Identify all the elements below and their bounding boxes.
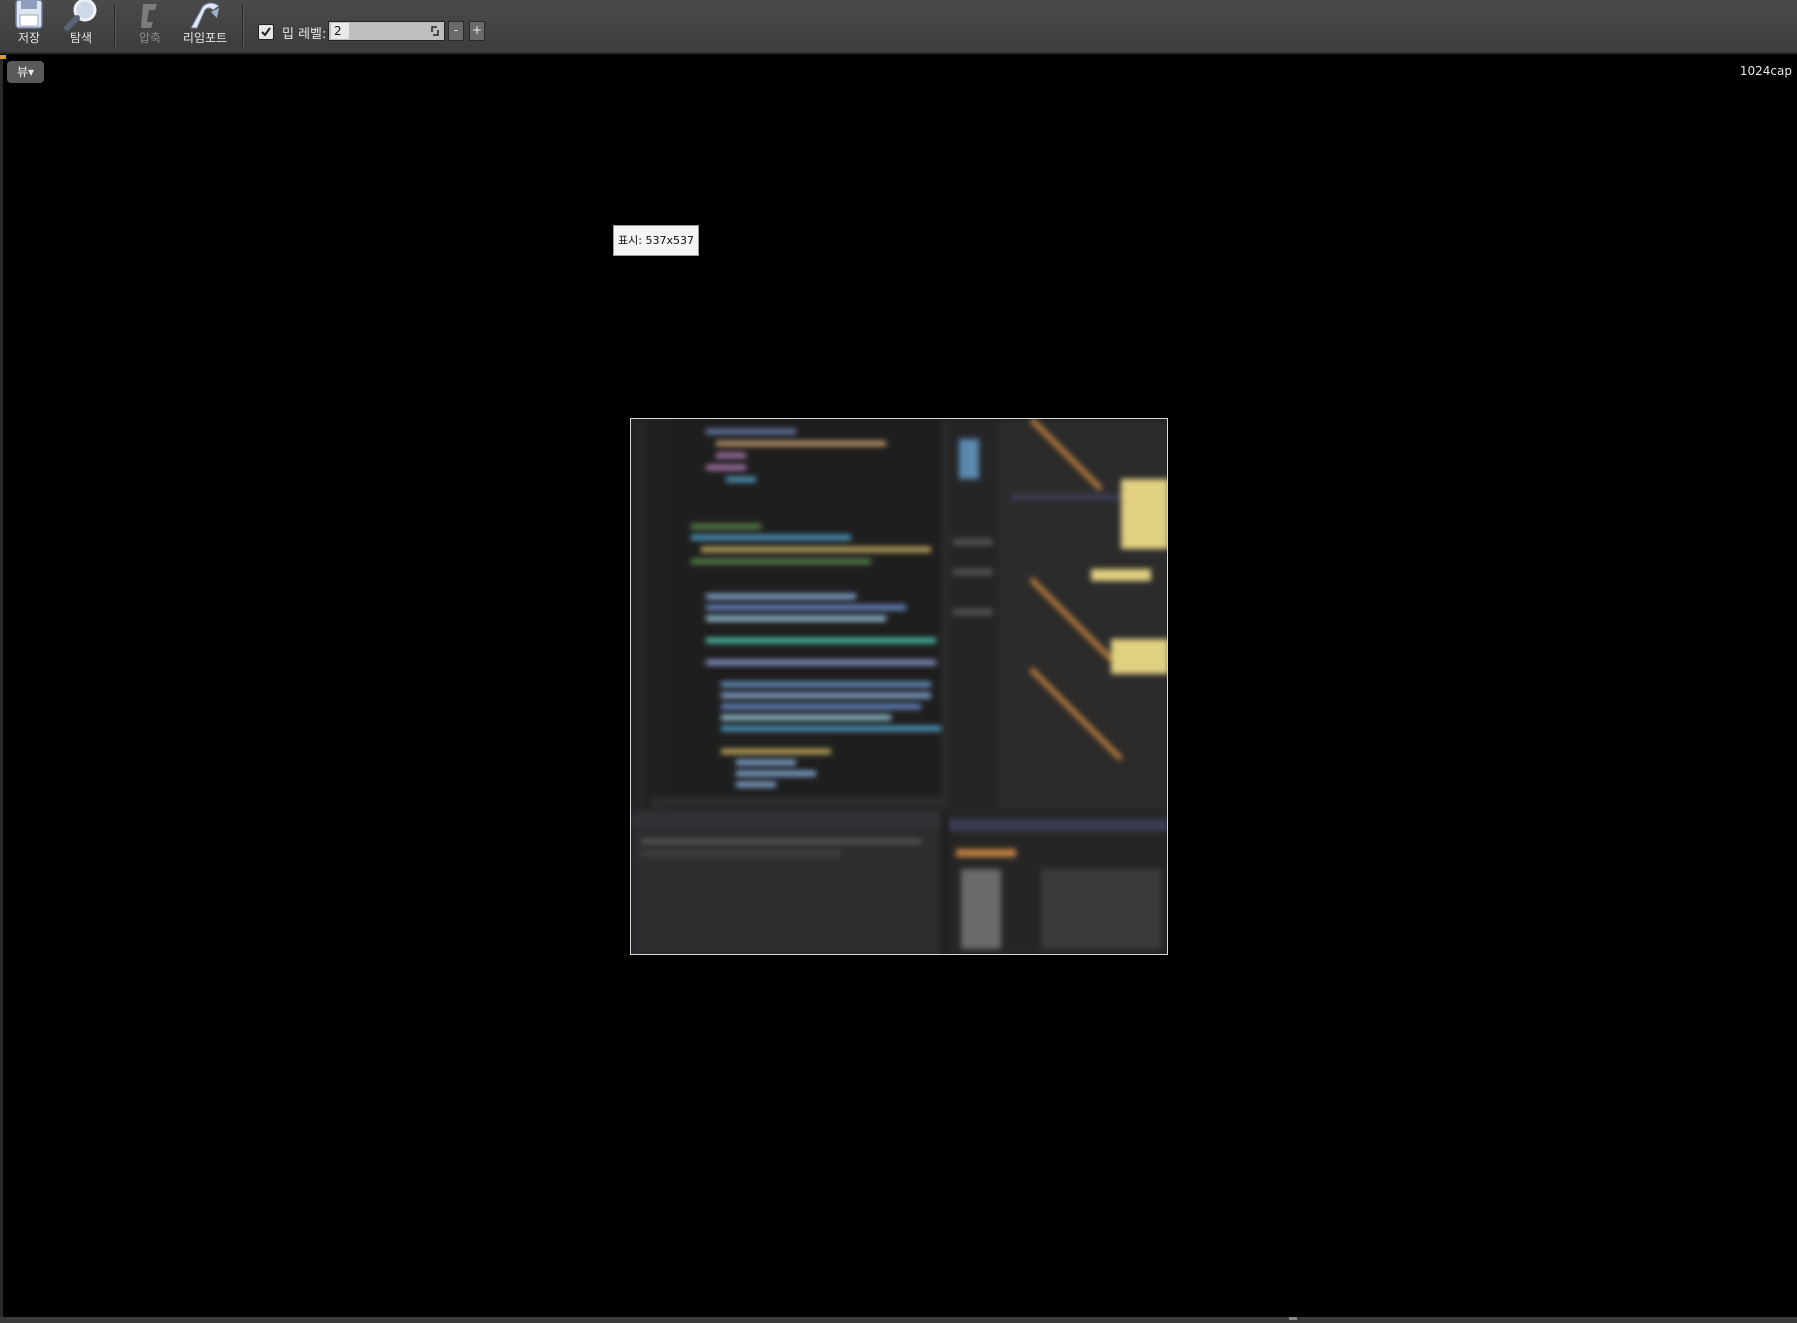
mip-decrement-button[interactable]: -: [448, 21, 464, 41]
display-size-tooltip: 표시: 537x537: [613, 225, 699, 256]
save-button[interactable]: 저장: [8, 0, 50, 50]
texture-preview-image: [630, 418, 1168, 955]
status-bar: [0, 1317, 1797, 1323]
texture-image-content: [631, 419, 1167, 954]
reimport-button[interactable]: 리임포트: [180, 0, 230, 50]
view-menu-button[interactable]: 뷰▾: [7, 61, 44, 83]
browse-button[interactable]: 탐색: [58, 0, 104, 50]
magnifier-icon: [64, 0, 97, 31]
mip-increment-button[interactable]: +: [469, 21, 485, 41]
compress-icon: [141, 4, 157, 28]
mip-level-checkbox[interactable]: [258, 24, 274, 40]
browse-label: 탐색: [69, 31, 93, 45]
mip-level-field[interactable]: 2: [328, 21, 445, 41]
spinner-arrows-icon[interactable]: [429, 24, 441, 38]
mip-level-label: 밉 레벨:: [282, 27, 327, 42]
toolbar: 저장 탐색 압축 리임포트 밉 레벨: 2 - +: [0, 0, 1797, 54]
viewport-focus-marker: [0, 55, 6, 59]
save-label: 저장: [17, 31, 41, 45]
checkmark-icon: [261, 27, 271, 37]
toolbar-separator: [114, 4, 116, 48]
resize-grip[interactable]: [1289, 1317, 1297, 1320]
reimport-label: 리임포트: [182, 31, 228, 45]
compress-label: 압축: [138, 31, 162, 45]
toolbar-separator: [242, 4, 244, 48]
reimport-icon: [190, 2, 220, 29]
compress-button[interactable]: 압축: [128, 0, 172, 50]
mip-level-value[interactable]: 2: [331, 23, 349, 39]
texture-name-label: 1024cap: [1739, 64, 1792, 78]
floppy-disk-icon: [15, 0, 43, 29]
